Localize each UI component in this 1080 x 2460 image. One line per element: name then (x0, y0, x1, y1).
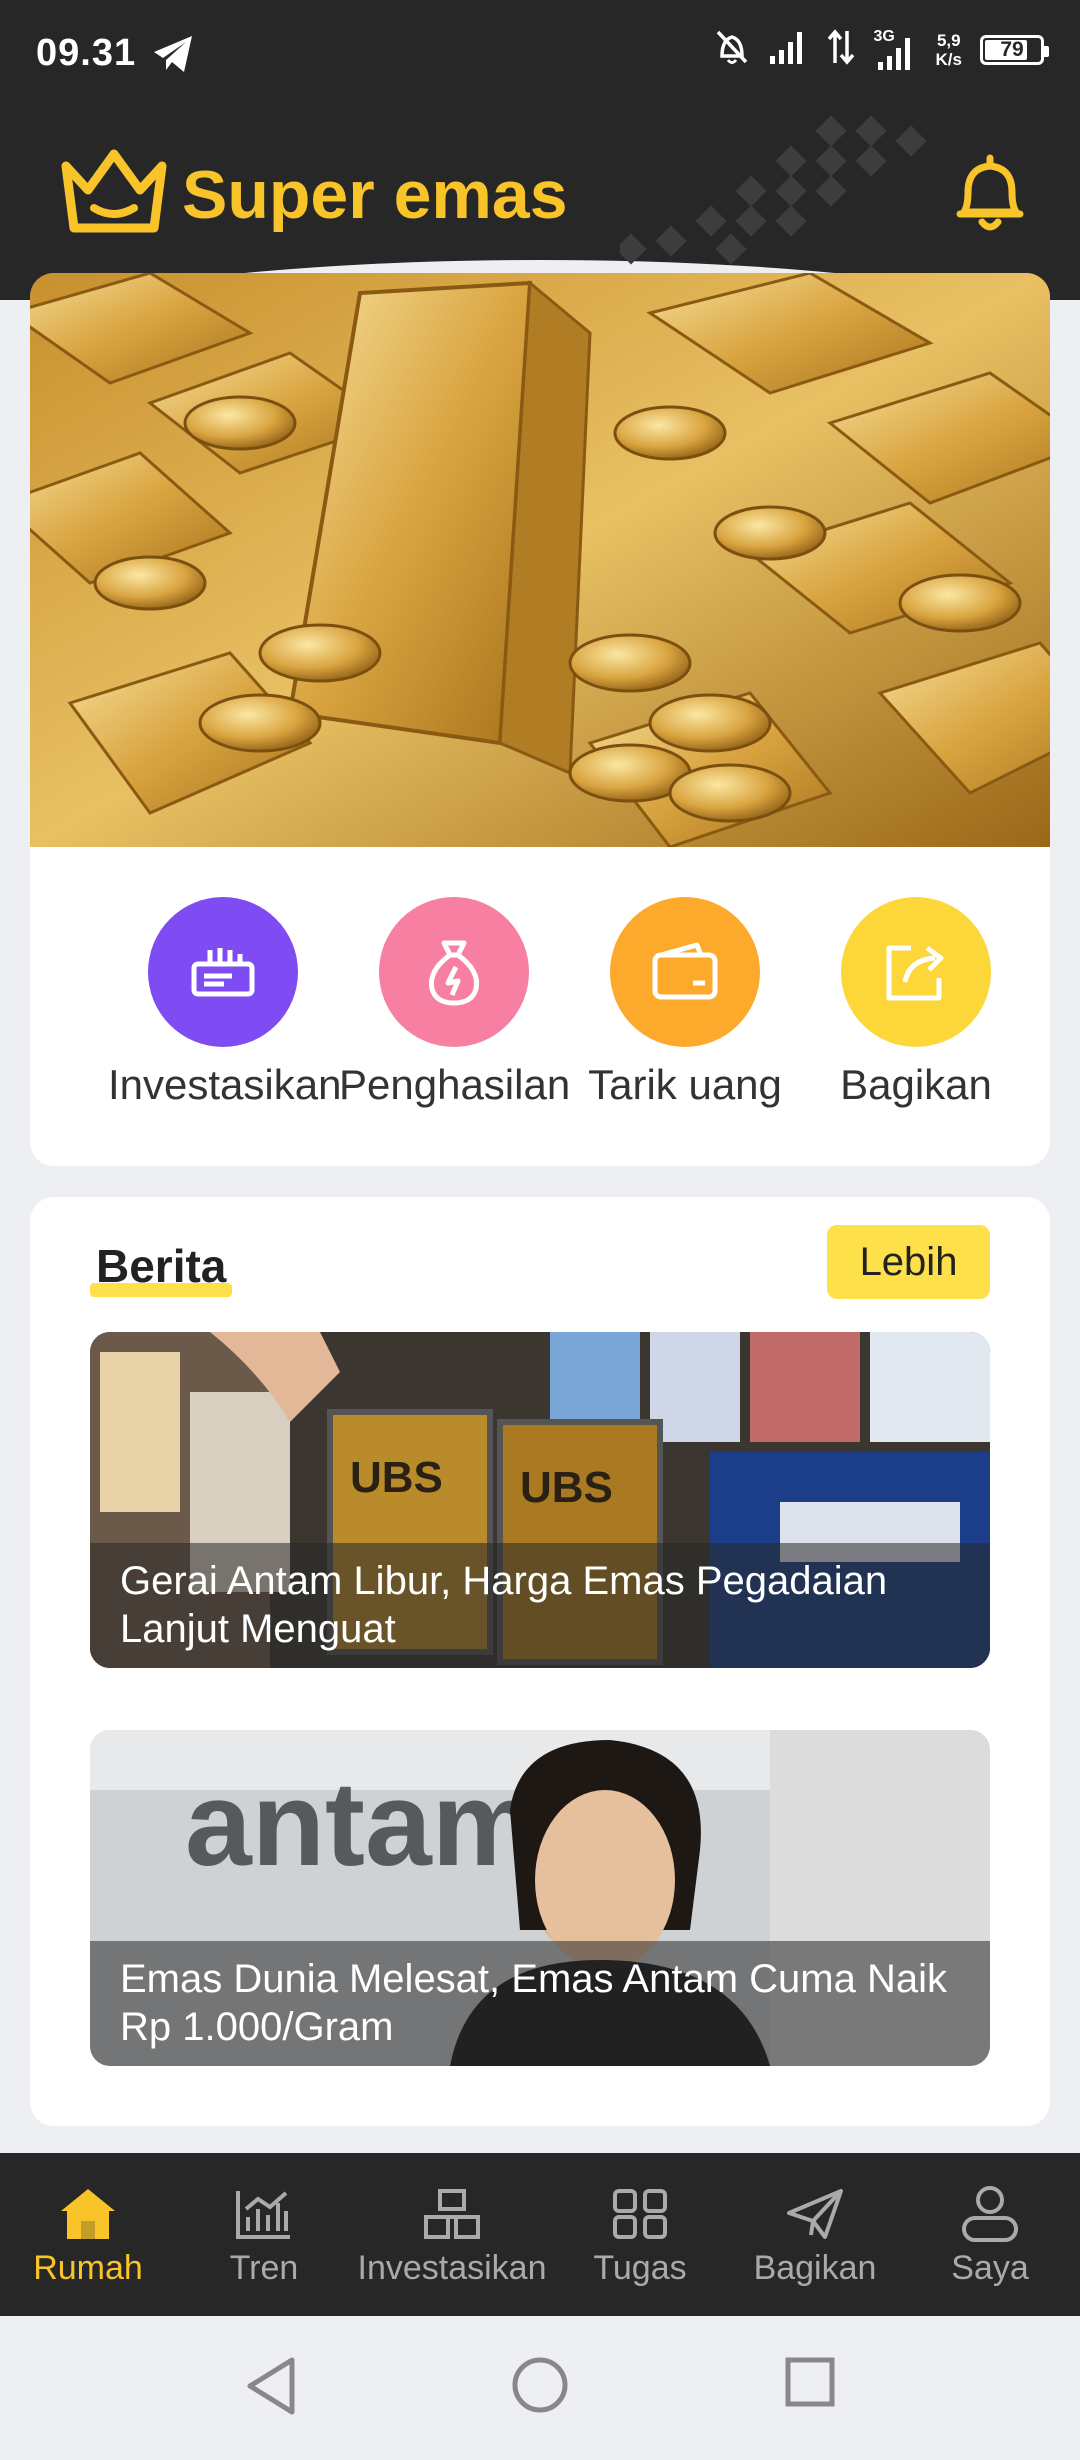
status-bar: 09.31 3G 5,9 K/s 79 (0, 0, 1080, 110)
send-icon (735, 2183, 895, 2245)
nav-label: Rumah (33, 2249, 143, 2287)
quick-action-label: Investasikan (108, 1061, 342, 1108)
news-section: Berita Lebih UBS UBS Gerai Antam Libur, … (30, 1197, 1050, 2126)
status-time: 09.31 (36, 32, 137, 74)
app-header: Super emas (0, 110, 1080, 280)
banner-card: Investasikan Penghasilan Tarik uang Bagi… (30, 273, 1050, 1166)
bottom-navigation: Rumah Tren Investasikan Tugas Bagikan Sa… (0, 2153, 1080, 2316)
nav-bagikan[interactable]: Bagikan (735, 2183, 895, 2288)
nav-investasikan[interactable]: Investasikan (345, 2183, 559, 2288)
signal-icon (768, 30, 808, 69)
nav-label: Tugas (593, 2249, 687, 2287)
battery-level: 79 (1000, 37, 1024, 61)
quick-action-investasikan[interactable]: Investasikan (108, 897, 342, 1109)
quick-action-penghasilan[interactable]: Penghasilan (339, 897, 571, 1109)
telegram-icon (152, 34, 194, 79)
quick-actions: Investasikan Penghasilan Tarik uang Bagi… (30, 847, 1050, 1166)
grid-icon (570, 2183, 710, 2245)
quick-action-tarik-uang[interactable]: Tarik uang (570, 897, 800, 1109)
news-caption: Emas Dunia Melesat, Emas Antam Cuma Naik… (90, 1941, 990, 2066)
news-title: Berita (96, 1240, 227, 1292)
nav-saya[interactable]: Saya (920, 2183, 1060, 2288)
nav-label: Saya (951, 2249, 1029, 2287)
system-navigation (0, 2316, 1080, 2460)
signal-3g-icon: 3G (874, 28, 918, 70)
decorative-pattern (615, 110, 940, 275)
nav-label: Bagikan (753, 2249, 877, 2287)
battery-icon: 79 (980, 34, 1049, 65)
invest-boxes-icon (345, 2183, 559, 2245)
quick-action-label: Bagikan (840, 1061, 992, 1108)
chart-icon (194, 2183, 334, 2245)
money-bag-icon[interactable] (379, 897, 529, 1047)
nav-tren[interactable]: Tren (194, 2183, 334, 2288)
user-icon (920, 2183, 1060, 2245)
speed-value: 5,9 (936, 30, 961, 50)
wallet-icon[interactable] (610, 897, 760, 1047)
nav-rumah[interactable]: Rumah (18, 2183, 158, 2288)
quick-action-bagikan[interactable]: Bagikan (801, 897, 1031, 1109)
quick-action-label: Penghasilan (339, 1061, 571, 1108)
speed-unit: K/s (935, 49, 962, 69)
recent-apps-icon[interactable] (784, 2356, 836, 2408)
svg-text:antam: antam (185, 1757, 538, 1891)
svg-text:UBS: UBS (520, 1463, 613, 1512)
invest-icon[interactable] (148, 897, 298, 1047)
news-item[interactable]: UBS UBS Gerai Antam Libur, Harga Emas Pe… (90, 1332, 990, 1668)
share-icon[interactable] (841, 897, 991, 1047)
back-icon[interactable] (244, 2356, 298, 2416)
network-speed: 5,9 K/s (936, 31, 962, 69)
home-button-icon[interactable] (511, 2356, 569, 2414)
svg-text:UBS: UBS (350, 1453, 443, 1502)
news-item[interactable]: antam Emas Dunia Melesat, Emas Antam Cum… (90, 1730, 990, 2066)
gold-banner-image[interactable] (30, 273, 1050, 847)
bell-icon[interactable] (954, 154, 1026, 239)
news-caption: Gerai Antam Libur, Harga Emas Pegadaian … (90, 1543, 990, 1668)
nav-tugas[interactable]: Tugas (570, 2183, 710, 2288)
more-news-button[interactable]: Lebih (827, 1225, 990, 1299)
data-transfer-icon (826, 29, 856, 70)
app-name: Super emas (182, 157, 568, 233)
crown-logo-icon (58, 146, 170, 241)
mute-notification-icon (714, 28, 750, 71)
home-icon (18, 2183, 158, 2245)
nav-label: Investasikan (357, 2249, 547, 2287)
quick-action-label: Tarik uang (588, 1061, 782, 1108)
nav-label: Tren (229, 2249, 299, 2287)
